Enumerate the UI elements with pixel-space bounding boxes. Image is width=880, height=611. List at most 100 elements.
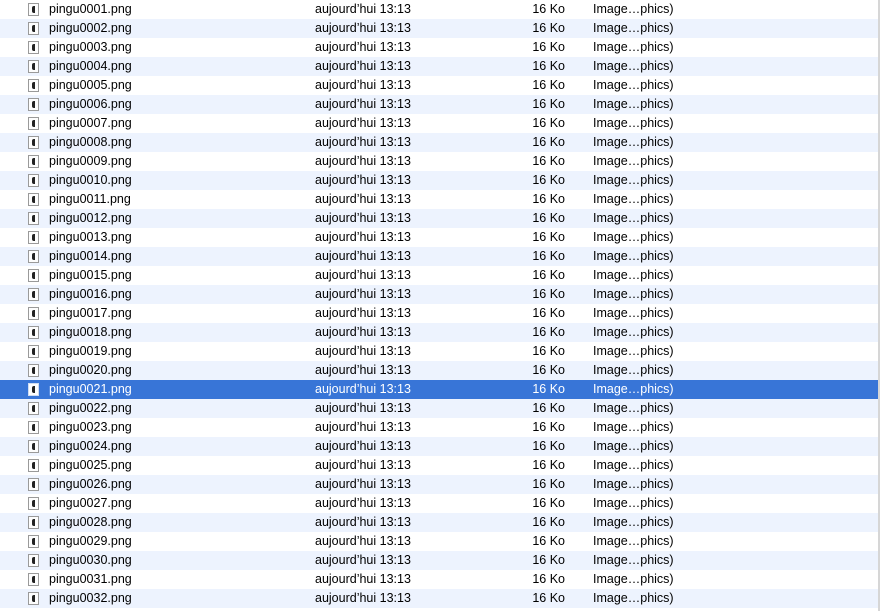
file-size: 16 Ko xyxy=(532,401,565,415)
file-name: pingu0027.png xyxy=(49,496,132,510)
file-date-modified: aujourd’hui 13:13 xyxy=(315,572,411,586)
file-date-modified: aujourd’hui 13:13 xyxy=(315,173,411,187)
file-date-modified: aujourd’hui 13:13 xyxy=(315,78,411,92)
file-row[interactable]: pingu0006.png aujourd’hui 13:13 16 Ko Image… xyxy=(0,95,878,114)
file-row[interactable]: pingu0031.png aujourd’hui 13:13 16 Ko Image… xyxy=(0,570,878,589)
file-size: 16 Ko xyxy=(532,306,565,320)
file-size: 16 Ko xyxy=(532,78,565,92)
file-size: 16 Ko xyxy=(532,173,565,187)
file-name: pingu0032.png xyxy=(49,591,132,605)
file-row[interactable]: pingu0016.png aujourd’hui 13:13 16 Ko Image… xyxy=(0,285,878,304)
file-row[interactable]: pingu0022.png aujourd’hui 13:13 16 Ko Image… xyxy=(0,399,878,418)
file-row[interactable]: pingu0025.png aujourd’hui 13:13 16 Ko Image… xyxy=(0,456,878,475)
file-name: pingu0013.png xyxy=(49,230,132,244)
file-size: 16 Ko xyxy=(532,97,565,111)
file-date-modified: aujourd’hui 13:13 xyxy=(315,344,411,358)
png-file-icon xyxy=(28,459,39,472)
file-row[interactable]: pingu0027.png aujourd’hui 13:13 16 Ko Image… xyxy=(0,494,878,513)
file-name: pingu0008.png xyxy=(49,135,132,149)
file-name: pingu0005.png xyxy=(49,78,132,92)
file-name: pingu0018.png xyxy=(49,325,132,339)
png-file-icon xyxy=(28,231,39,244)
file-row[interactable]: pingu0029.png aujourd’hui 13:13 16 Ko Image… xyxy=(0,532,878,551)
file-kind: Image…phics) xyxy=(593,173,674,187)
file-kind: Image…phics) xyxy=(593,458,674,472)
file-date-modified: aujourd’hui 13:13 xyxy=(315,515,411,529)
file-kind: Image…phics) xyxy=(593,78,674,92)
file-row[interactable]: pingu0003.png aujourd’hui 13:13 16 Ko Image… xyxy=(0,38,878,57)
file-size: 16 Ko xyxy=(532,192,565,206)
file-kind: Image…phics) xyxy=(593,496,674,510)
file-name: pingu0020.png xyxy=(49,363,132,377)
file-row[interactable]: pingu0024.png aujourd’hui 13:13 16 Ko Image… xyxy=(0,437,878,456)
file-row[interactable]: pingu0023.png aujourd’hui 13:13 16 Ko Image… xyxy=(0,418,878,437)
file-row[interactable]: pingu0010.png aujourd’hui 13:13 16 Ko Image… xyxy=(0,171,878,190)
file-kind: Image…phics) xyxy=(593,344,674,358)
file-date-modified: aujourd’hui 13:13 xyxy=(315,306,411,320)
file-kind: Image…phics) xyxy=(593,154,674,168)
file-row[interactable]: pingu0013.png aujourd’hui 13:13 16 Ko Image… xyxy=(0,228,878,247)
file-row[interactable]: pingu0009.png aujourd’hui 13:13 16 Ko Image… xyxy=(0,152,878,171)
file-size: 16 Ko xyxy=(532,211,565,225)
file-size: 16 Ko xyxy=(532,420,565,434)
file-row[interactable]: pingu0002.png aujourd’hui 13:13 16 Ko Image… xyxy=(0,19,878,38)
file-kind: Image…phics) xyxy=(593,572,674,586)
file-row[interactable]: pingu0026.png aujourd’hui 13:13 16 Ko Image… xyxy=(0,475,878,494)
file-row[interactable]: pingu0005.png aujourd’hui 13:13 16 Ko Image… xyxy=(0,76,878,95)
file-date-modified: aujourd’hui 13:13 xyxy=(315,591,411,605)
file-row[interactable]: pingu0028.png aujourd’hui 13:13 16 Ko Image… xyxy=(0,513,878,532)
file-kind: Image…phics) xyxy=(593,553,674,567)
file-size: 16 Ko xyxy=(532,496,565,510)
file-name: pingu0016.png xyxy=(49,287,132,301)
file-date-modified: aujourd’hui 13:13 xyxy=(315,268,411,282)
file-kind: Image…phics) xyxy=(593,325,674,339)
file-size: 16 Ko xyxy=(532,477,565,491)
file-row[interactable]: pingu0020.png aujourd’hui 13:13 16 Ko Image… xyxy=(0,361,878,380)
file-row[interactable]: pingu0004.png aujourd’hui 13:13 16 Ko Image… xyxy=(0,57,878,76)
file-name: pingu0024.png xyxy=(49,439,132,453)
file-date-modified: aujourd’hui 13:13 xyxy=(315,154,411,168)
file-date-modified: aujourd’hui 13:13 xyxy=(315,192,411,206)
file-kind: Image…phics) xyxy=(593,401,674,415)
file-date-modified: aujourd’hui 13:13 xyxy=(315,553,411,567)
file-row[interactable]: pingu0015.png aujourd’hui 13:13 16 Ko Image… xyxy=(0,266,878,285)
file-size: 16 Ko xyxy=(532,572,565,586)
png-file-icon xyxy=(28,98,39,111)
file-row[interactable]: pingu0014.png aujourd’hui 13:13 16 Ko Image… xyxy=(0,247,878,266)
png-file-icon xyxy=(28,288,39,301)
file-row[interactable]: pingu0008.png aujourd’hui 13:13 16 Ko Image… xyxy=(0,133,878,152)
file-size: 16 Ko xyxy=(532,382,565,396)
file-row[interactable]: pingu0021.png aujourd’hui 13:13 16 Ko Image… xyxy=(0,380,878,399)
file-row[interactable]: pingu0007.png aujourd’hui 13:13 16 Ko Image… xyxy=(0,114,878,133)
file-size: 16 Ko xyxy=(532,230,565,244)
file-date-modified: aujourd’hui 13:13 xyxy=(315,97,411,111)
png-file-icon xyxy=(28,307,39,320)
file-row[interactable]: pingu0019.png aujourd’hui 13:13 16 Ko Image… xyxy=(0,342,878,361)
file-name: pingu0010.png xyxy=(49,173,132,187)
file-kind: Image…phics) xyxy=(593,591,674,605)
png-file-icon xyxy=(28,117,39,130)
png-file-icon xyxy=(28,364,39,377)
file-row[interactable]: pingu0011.png aujourd’hui 13:13 16 Ko Image… xyxy=(0,190,878,209)
png-file-icon xyxy=(28,136,39,149)
png-file-icon xyxy=(28,383,39,396)
file-kind: Image…phics) xyxy=(593,2,674,16)
file-kind: Image…phics) xyxy=(593,192,674,206)
file-size: 16 Ko xyxy=(532,325,565,339)
file-row[interactable]: pingu0001.png aujourd’hui 13:13 16 Ko Image… xyxy=(0,0,878,19)
file-size: 16 Ko xyxy=(532,40,565,54)
file-size: 16 Ko xyxy=(532,458,565,472)
file-row[interactable]: pingu0012.png aujourd’hui 13:13 16 Ko Image… xyxy=(0,209,878,228)
file-name: pingu0011.png xyxy=(49,192,131,206)
file-size: 16 Ko xyxy=(532,135,565,149)
file-size: 16 Ko xyxy=(532,2,565,16)
file-row[interactable]: pingu0017.png aujourd’hui 13:13 16 Ko Image… xyxy=(0,304,878,323)
file-size: 16 Ko xyxy=(532,249,565,263)
file-row[interactable]: pingu0018.png aujourd’hui 13:13 16 Ko Image… xyxy=(0,323,878,342)
file-row[interactable]: pingu0030.png aujourd’hui 13:13 16 Ko Image… xyxy=(0,551,878,570)
file-date-modified: aujourd’hui 13:13 xyxy=(315,401,411,415)
file-kind: Image…phics) xyxy=(593,515,674,529)
file-date-modified: aujourd’hui 13:13 xyxy=(315,382,411,396)
file-row[interactable]: pingu0032.png aujourd’hui 13:13 16 Ko Image… xyxy=(0,589,878,608)
file-kind: Image…phics) xyxy=(593,59,674,73)
